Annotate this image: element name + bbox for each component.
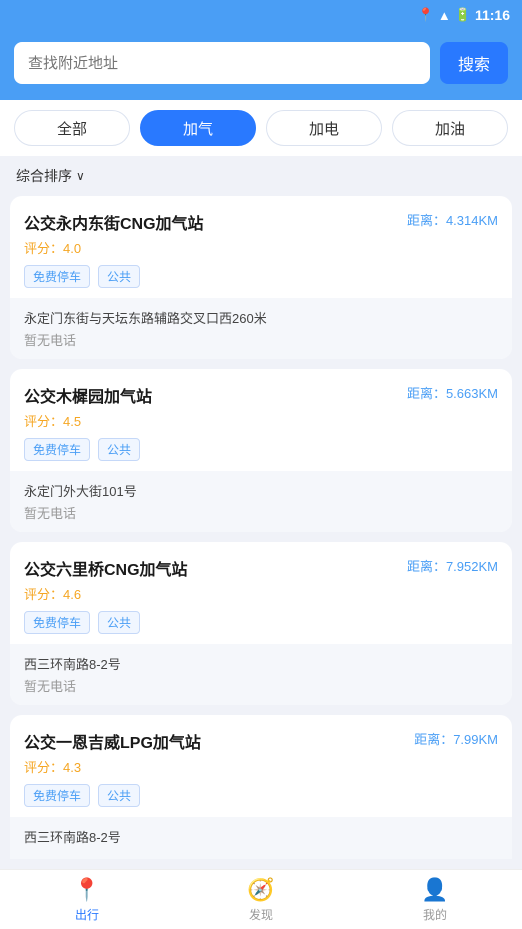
station-header-3: 公交六里桥CNG加气站 距离：7.952KM: [24, 556, 498, 580]
station-distance-2: 距离：5.663KM: [407, 383, 498, 402]
station-tags-2: 免费停车 公共: [24, 438, 498, 461]
station-rating-4: 评分：4.3: [24, 757, 498, 776]
status-icons: 📍 ▲ 🔋 11:16: [418, 7, 510, 23]
station-address-1: 永定门东街与天坛东路辅路交叉口西260米: [24, 308, 498, 327]
station-main-3: 公交六里桥CNG加气站 距离：7.952KM 评分：4.6 免费停车 公共: [10, 542, 512, 644]
tag-free-parking-1: 免费停车: [24, 265, 90, 288]
search-button[interactable]: 搜索: [440, 42, 508, 84]
station-main-1: 公交永内东街CNG加气站 距离：4.314KM 评分：4.0 免费停车 公共: [10, 196, 512, 298]
station-phone-1: 暂无电话: [24, 330, 498, 349]
tag-public-1: 公共: [98, 265, 140, 288]
nav-label-profile: 我的: [423, 906, 447, 923]
battery-icon: 🔋: [455, 7, 471, 23]
station-rating-1: 评分：4.0: [24, 238, 498, 257]
search-input[interactable]: [14, 42, 430, 84]
search-row: 搜索: [14, 42, 508, 84]
sort-label: 综合排序: [16, 166, 72, 186]
station-card[interactable]: 公交永内东街CNG加气站 距离：4.314KM 评分：4.0 免费停车 公共 永…: [10, 196, 512, 359]
station-distance-1: 距离：4.314KM: [407, 210, 498, 229]
tag-free-parking-4: 免费停车: [24, 784, 90, 807]
station-name-2: 公交木樨园加气站: [24, 383, 399, 407]
nav-label-discover: 发现: [249, 906, 273, 923]
station-phone-2: 暂无电话: [24, 503, 498, 522]
status-time: 11:16: [475, 7, 510, 23]
sort-arrow-icon: ∨: [76, 169, 85, 183]
station-name-3: 公交六里桥CNG加气站: [24, 556, 399, 580]
tab-all[interactable]: 全部: [14, 110, 130, 146]
tab-fuel[interactable]: 加油: [392, 110, 508, 146]
travel-icon: 📍: [73, 877, 100, 903]
station-name-4: 公交一恩吉威LPG加气站: [24, 729, 406, 753]
nav-label-travel: 出行: [75, 906, 99, 923]
station-main-4: 公交一恩吉威LPG加气站 距离：7.99KM 评分：4.3 免费停车 公共: [10, 715, 512, 817]
station-distance-3: 距离：7.952KM: [407, 556, 498, 575]
filter-tabs: 全部 加气 加电 加油: [0, 100, 522, 156]
station-tags-4: 免费停车 公共: [24, 784, 498, 807]
station-main-2: 公交木樨园加气站 距离：5.663KM 评分：4.5 免费停车 公共: [10, 369, 512, 471]
profile-icon: 👤: [421, 877, 448, 903]
station-address-4: 西三环南路8-2号: [24, 827, 498, 846]
nav-item-profile[interactable]: 👤 我的: [348, 870, 522, 929]
station-address-block-1: 永定门东街与天坛东路辅路交叉口西260米 暂无电话: [10, 298, 512, 359]
station-address-2: 永定门外大街101号: [24, 481, 498, 500]
station-address-block-2: 永定门外大街101号 暂无电话: [10, 471, 512, 532]
nav-item-discover[interactable]: 🧭 发现: [174, 870, 348, 929]
station-tags-1: 免费停车 公共: [24, 265, 498, 288]
tab-gas[interactable]: 加气: [140, 110, 256, 146]
station-distance-4: 距离：7.99KM: [414, 729, 498, 748]
tab-electric[interactable]: 加电: [266, 110, 382, 146]
tag-public-4: 公共: [98, 784, 140, 807]
station-card-2[interactable]: 公交木樨园加气站 距离：5.663KM 评分：4.5 免费停车 公共 永定门外大…: [10, 369, 512, 532]
station-name-1: 公交永内东街CNG加气站: [24, 210, 399, 234]
discover-icon: 🧭: [247, 877, 274, 903]
search-area: 搜索: [0, 30, 522, 100]
bottom-nav: 📍 出行 🧭 发现 👤 我的: [0, 869, 522, 929]
station-rating-2: 评分：4.5: [24, 411, 498, 430]
location-status-icon: 📍: [418, 7, 434, 23]
station-list: 公交永内东街CNG加气站 距离：4.314KM 评分：4.0 免费停车 公共 永…: [0, 196, 522, 929]
station-address-block-4: 西三环南路8-2号: [10, 817, 512, 859]
tag-public-2: 公共: [98, 438, 140, 461]
tag-free-parking-2: 免费停车: [24, 438, 90, 461]
sort-bar[interactable]: 综合排序 ∨: [0, 156, 522, 196]
station-address-3: 西三环南路8-2号: [24, 654, 498, 673]
tag-free-parking-3: 免费停车: [24, 611, 90, 634]
status-bar: 📍 ▲ 🔋 11:16: [0, 0, 522, 30]
tag-public-3: 公共: [98, 611, 140, 634]
station-phone-3: 暂无电话: [24, 676, 498, 695]
station-address-block-3: 西三环南路8-2号 暂无电话: [10, 644, 512, 705]
station-card-4[interactable]: 公交一恩吉威LPG加气站 距离：7.99KM 评分：4.3 免费停车 公共 西三…: [10, 715, 512, 859]
station-header-4: 公交一恩吉威LPG加气站 距离：7.99KM: [24, 729, 498, 753]
station-header-1: 公交永内东街CNG加气站 距离：4.314KM: [24, 210, 498, 234]
station-card-3[interactable]: 公交六里桥CNG加气站 距离：7.952KM 评分：4.6 免费停车 公共 西三…: [10, 542, 512, 705]
station-header-2: 公交木樨园加气站 距离：5.663KM: [24, 383, 498, 407]
station-tags-3: 免费停车 公共: [24, 611, 498, 634]
nav-item-travel[interactable]: 📍 出行: [0, 870, 174, 929]
wifi-icon: ▲: [438, 8, 451, 23]
station-rating-3: 评分：4.6: [24, 584, 498, 603]
